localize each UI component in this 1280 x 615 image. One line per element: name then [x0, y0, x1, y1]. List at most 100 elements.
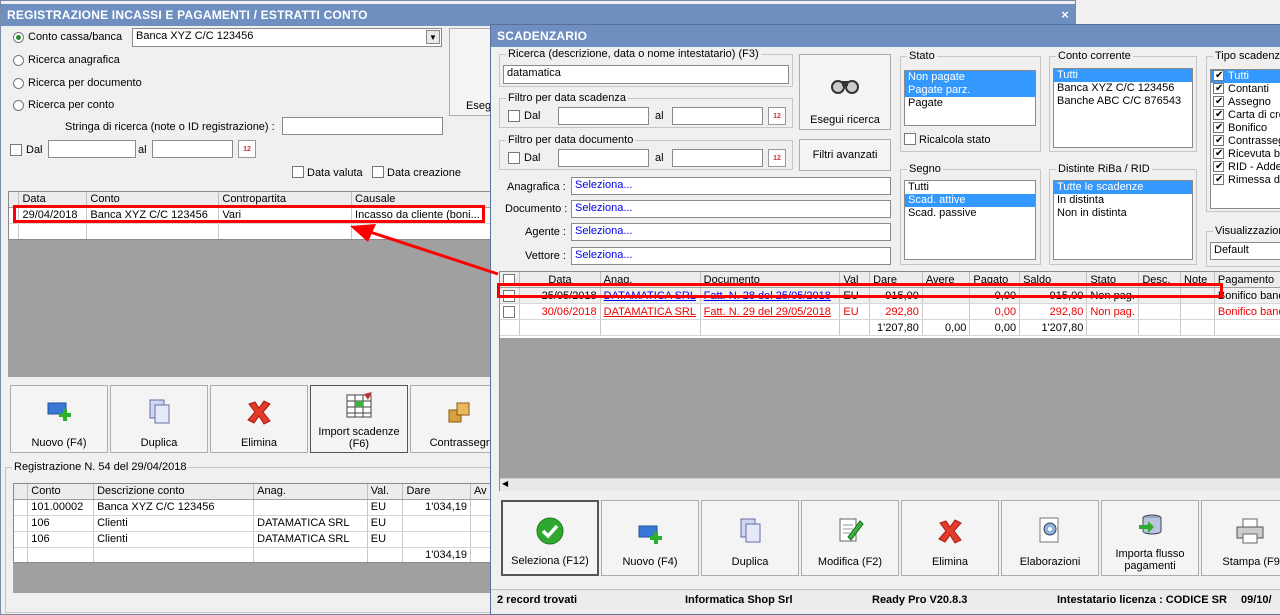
radio-ricerca-documento[interactable]: [13, 78, 24, 89]
table-row-empty[interactable]: [9, 223, 492, 239]
table-row[interactable]: 106 Clienti DATAMATICA SRL EU: [14, 531, 492, 548]
list-item[interactable]: In distinta: [1054, 194, 1192, 207]
list-item[interactable]: Rimessa dir: [1211, 173, 1280, 187]
list-item[interactable]: Banca XYZ C/C 123456: [1054, 82, 1192, 95]
list-item[interactable]: Banche ABC C/C 876543: [1054, 95, 1192, 108]
list-item[interactable]: Scad. attive: [905, 194, 1035, 207]
grid2-empty-area: [13, 563, 493, 593]
list-item[interactable]: Pagate parz.: [905, 84, 1035, 97]
segno-listbox[interactable]: Tutti Scad. attive Scad. passive: [904, 180, 1036, 260]
vettore-field[interactable]: Seleziona...: [571, 247, 891, 265]
documento-dal-input[interactable]: [558, 149, 649, 167]
delete-x-icon: [938, 519, 962, 544]
elimina-button[interactable]: Elimina: [901, 500, 999, 576]
col-avere[interactable]: Av: [470, 484, 492, 500]
list-item[interactable]: Tutti: [905, 181, 1035, 194]
seleziona-button[interactable]: Seleziona (F12): [501, 500, 599, 576]
edit-icon: [839, 518, 864, 542]
list-item[interactable]: Tutti: [1054, 69, 1192, 82]
data-creazione-checkbox[interactable]: [372, 166, 384, 178]
import-scadenze-button[interactable]: Import scadenze (F6): [310, 385, 408, 453]
dal-date-input[interactable]: [48, 140, 136, 158]
radio-ricerca-conto-label: Ricerca per conto: [28, 99, 115, 111]
scroll-left-icon[interactable]: ◀: [502, 479, 508, 488]
stampa-button[interactable]: Stampa (F9): [1201, 500, 1280, 576]
nuovo-button[interactable]: Nuovo (F4): [601, 500, 699, 576]
grid-empty-area: [8, 240, 493, 377]
visualizzazione-select[interactable]: Default: [1210, 242, 1280, 260]
dal-label: Dal: [26, 144, 43, 156]
ricalcola-label: Ricalcola stato: [919, 134, 991, 146]
data-valuta-checkbox[interactable]: [292, 166, 304, 178]
esegui-ricerca-label: Esegui ricerca: [810, 114, 880, 126]
list-item[interactable]: Pagate: [905, 97, 1035, 110]
col-dare[interactable]: Dare: [402, 484, 471, 500]
registrazione-title: REGISTRAZIONE INCASSI E PAGAMENTI / ESTR…: [7, 8, 368, 22]
scadenza-dal-input[interactable]: [558, 107, 649, 125]
chevron-down-icon[interactable]: ▼: [426, 30, 440, 44]
duplica-button[interactable]: Duplica: [701, 500, 799, 576]
ricerca-input[interactable]: datamatica: [503, 65, 789, 84]
anag-link[interactable]: DATAMATICA SRL: [600, 303, 701, 320]
list-item[interactable]: Tutte le scadenze: [1054, 181, 1192, 194]
al-date-input[interactable]: [152, 140, 233, 158]
documento-dal-checkbox[interactable]: [508, 152, 520, 164]
documento-field[interactable]: Seleziona...: [571, 200, 891, 218]
list-item[interactable]: Scad. passive: [905, 207, 1035, 220]
horizontal-scrollbar[interactable]: ◀: [500, 478, 1280, 491]
anagrafica-field[interactable]: Seleziona...: [571, 177, 891, 195]
highlight-box-left: [13, 205, 485, 223]
spreadsheet-icon: [346, 392, 372, 418]
col-conto[interactable]: Conto: [27, 484, 95, 500]
list-item[interactable]: Non pagate: [905, 71, 1035, 84]
conto-listbox[interactable]: Tutti Banca XYZ C/C 123456 Banche ABC C/…: [1053, 68, 1193, 148]
scadenza-al-input[interactable]: [672, 107, 763, 125]
col-pagamento[interactable]: Pagamento: [1214, 272, 1280, 288]
nuovo-button[interactable]: Nuovo (F4): [10, 385, 108, 453]
stato-listbox[interactable]: Non pagate Pagate parz. Pagate: [904, 70, 1036, 126]
table-row[interactable]: 30/06/2018 DATAMATICA SRL Fatt. N. 29 de…: [500, 303, 1280, 320]
dal-checkbox[interactable]: [10, 144, 22, 156]
documento-label: Documento :: [505, 203, 568, 215]
calendar-icon[interactable]: [238, 140, 256, 158]
agente-field[interactable]: Seleziona...: [571, 223, 891, 241]
anagrafica-label: Anagrafica :: [507, 181, 566, 193]
elaborazioni-button[interactable]: Elaborazioni: [1001, 500, 1099, 576]
elimina-button[interactable]: Elimina: [210, 385, 308, 453]
col-anag[interactable]: Anag.: [253, 484, 368, 500]
scadenza-dal-label: Dal: [524, 110, 541, 122]
search-string-input[interactable]: [282, 117, 443, 135]
printer-icon: [1236, 518, 1264, 544]
radio-ricerca-conto[interactable]: [13, 100, 24, 111]
duplica-button[interactable]: Duplica: [110, 385, 208, 453]
document-link[interactable]: Fatt. N. 29 del 29/05/2018: [700, 303, 841, 320]
distinte-listbox[interactable]: Tutte le scadenze In distinta Non in dis…: [1053, 180, 1193, 260]
vettore-label: Vettore :: [525, 250, 566, 262]
radio-ricerca-anagrafica[interactable]: [13, 55, 24, 66]
table-row[interactable]: 106 Clienti DATAMATICA SRL EU: [14, 515, 492, 532]
importa-flusso-button[interactable]: Importa flusso pagamenti: [1101, 500, 1199, 576]
close-icon[interactable]: ×: [1061, 4, 1069, 26]
search-string-label: Stringa di ricerca (note o ID registrazi…: [65, 121, 275, 133]
ricerca-title: Ricerca (descrizione, data o nome intest…: [506, 48, 761, 60]
table-row[interactable]: 101.00002 Banca XYZ C/C 123456 EU 1'034,19: [14, 499, 492, 516]
list-item[interactable]: Non in distinta: [1054, 207, 1192, 220]
filtri-avanzati-button[interactable]: Filtri avanzati: [799, 139, 891, 171]
calendar-icon[interactable]: [768, 149, 786, 167]
col-val[interactable]: Val.: [367, 484, 404, 500]
filtri-avanzati-label: Filtri avanzati: [812, 149, 878, 161]
modifica-button[interactable]: Modifica (F2): [801, 500, 899, 576]
esegui-ricerca-button[interactable]: Esegui ricerca: [799, 54, 891, 130]
col-descrizione-conto[interactable]: Descrizione conto: [93, 484, 255, 500]
ricalcola-checkbox[interactable]: [904, 133, 916, 145]
registration-title: Registrazione N. 54 del 29/04/2018: [12, 461, 189, 473]
registration-lines-grid[interactable]: Conto Descrizione conto Anag. Val. Dare …: [13, 483, 493, 563]
account-select[interactable]: Banca XYZ C/C 123456 ▼: [132, 28, 442, 47]
scadenza-dal-checkbox[interactable]: [508, 110, 520, 122]
tipo-listbox[interactable]: Tutti Contanti Assegno Carta di cre Boni…: [1210, 69, 1280, 209]
row-checkbox[interactable]: [503, 306, 515, 318]
calendar-icon[interactable]: [768, 107, 786, 125]
documento-al-input[interactable]: [672, 149, 763, 167]
radio-conto-cassa[interactable]: [13, 32, 24, 43]
contrassegni-button[interactable]: Contrassegni: [410, 385, 500, 453]
